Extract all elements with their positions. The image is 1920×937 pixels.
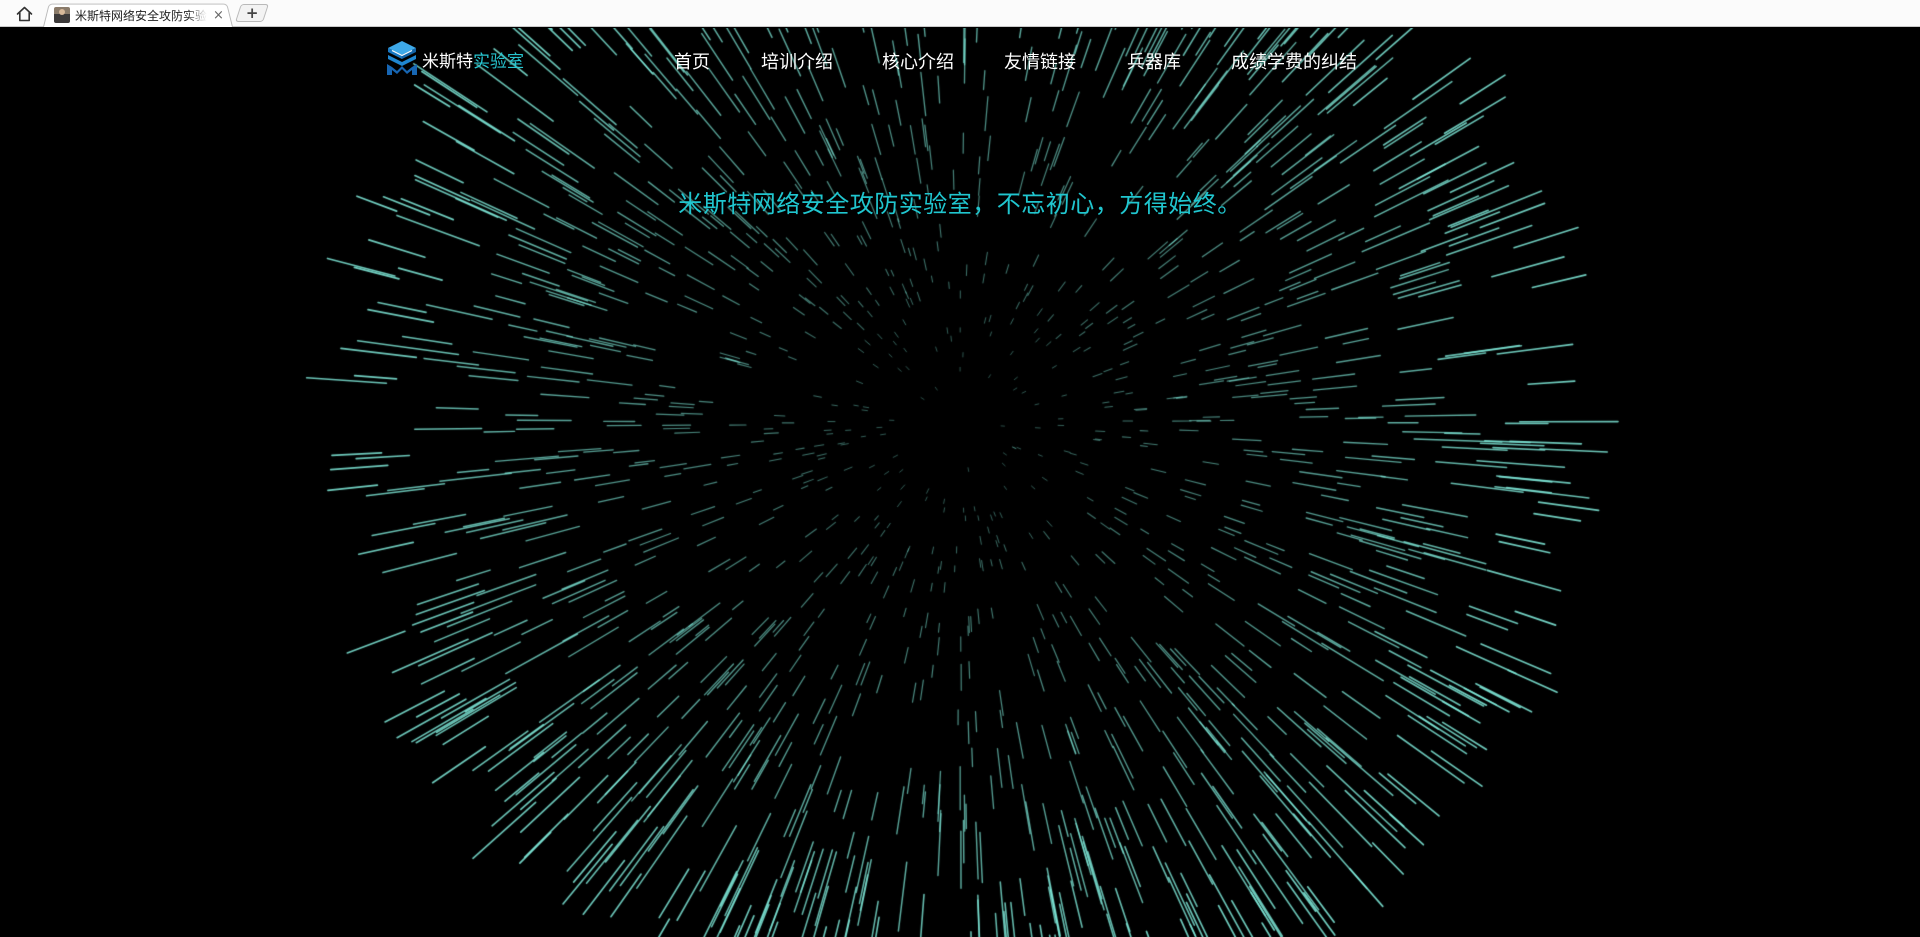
nav-item-arsenal[interactable]: 兵器库 [1127, 48, 1181, 74]
close-tab-icon[interactable]: × [213, 9, 224, 22]
browser-tab-bar: 米斯特网络安全攻防实验室 × + [0, 0, 1920, 27]
logo-text: 米斯特实验室 [422, 47, 524, 72]
site-logo[interactable]: 米斯特实验室 [385, 40, 524, 76]
nav-item-links[interactable]: 友情链接 [1004, 48, 1076, 74]
starfield-background [0, 28, 1920, 937]
hero-slogan: 米斯特网络安全攻防实验室，不忘初心，方得始终。 [678, 190, 1242, 218]
avatar-favicon-icon [54, 7, 70, 23]
tab-title: 米斯特网络安全攻防实验室 [75, 8, 207, 23]
nav-item-training[interactable]: 培训介绍 [761, 48, 833, 74]
page-viewport: 米斯特实验室 首页 培训介绍 核心介绍 友情链接 兵器库 成绩学费的纠结 米斯特… [0, 28, 1920, 937]
nav-item-core[interactable]: 核心介绍 [882, 48, 954, 74]
new-tab-button[interactable]: + [235, 4, 269, 22]
nav-item-tuition[interactable]: 成绩学费的纠结 [1231, 48, 1357, 74]
browser-tab-content[interactable]: 米斯特网络安全攻防实验室 × [50, 4, 230, 26]
logo-text-part2: 实验室 [473, 51, 524, 72]
cube-logo-icon [387, 41, 417, 75]
plus-icon: + [245, 3, 259, 22]
logo-text-part1: 米斯特 [422, 51, 473, 72]
nav-item-home[interactable]: 首页 [674, 48, 710, 74]
home-icon[interactable] [14, 5, 34, 23]
site-navbar: 米斯特实验室 首页 培训介绍 核心介绍 友情链接 兵器库 成绩学费的纠结 [0, 28, 1920, 88]
